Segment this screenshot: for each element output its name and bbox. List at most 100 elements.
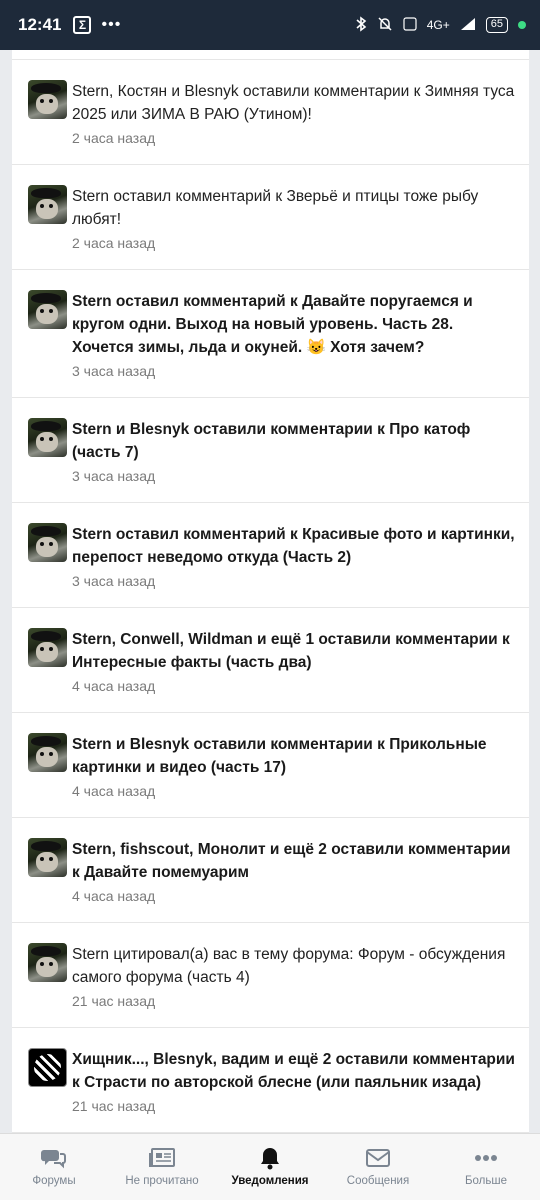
notification-text[interactable]: Stern оставил комментарий к Давайте пору…: [72, 290, 515, 359]
avatar-face: [36, 537, 58, 557]
avatar-eye: [40, 99, 44, 103]
avatar-eye: [49, 437, 53, 441]
unread-icon: [149, 1146, 175, 1170]
notification-time: 3 часа назад: [72, 573, 156, 589]
notification-item[interactable]: Хищник..., Blesnyk, вадим и ещё 2 остави…: [12, 1028, 529, 1133]
avatar-eye: [49, 204, 53, 208]
notification-item[interactable]: Stern, Костян и Blesnyk оставили коммент…: [12, 60, 529, 165]
notification-body: Stern оставил комментарий к Давайте пору…: [72, 290, 515, 397]
avatar-eye: [49, 309, 53, 313]
notification-body: Stern, Костян и Blesnyk оставили коммент…: [72, 80, 515, 164]
status-time: 12:41: [18, 15, 62, 34]
avatar-pattern: [34, 1054, 61, 1081]
volte-icon: [403, 16, 417, 35]
avatar-hat: [31, 736, 61, 746]
notification-time: 21 час назад: [72, 1098, 156, 1114]
notification-text[interactable]: Stern, Костян и Blesnyk оставили коммент…: [72, 80, 515, 126]
avatar-hat: [31, 841, 61, 851]
avatar-hat: [31, 421, 61, 431]
avatar-eye: [49, 542, 53, 546]
more-notifications-icon: •••: [101, 16, 122, 33]
avatar-eye: [40, 542, 44, 546]
avatar-face: [36, 747, 58, 767]
avatar-eye: [40, 962, 44, 966]
notification-time: 4 часа назад: [72, 888, 156, 904]
battery-indicator: 65: [485, 17, 508, 33]
nav-notifications-label: Уведомления: [231, 1175, 309, 1187]
avatar-face: [36, 852, 58, 872]
avatar-eye: [40, 647, 44, 651]
nav-unread-label: Не прочитано: [125, 1175, 199, 1187]
avatar-eye: [49, 99, 53, 103]
nav-unread[interactable]: Не прочитано: [108, 1134, 216, 1200]
avatar-face: [36, 304, 58, 324]
notification-text[interactable]: Stern цитировал(а) вас в тему форума: Фо…: [72, 943, 515, 989]
avatar-face: [36, 94, 58, 114]
network-type: 4G+: [426, 18, 450, 32]
user-avatar: [28, 838, 67, 877]
avatar-eye: [40, 857, 44, 861]
notification-item[interactable]: Stern, Conwell, Wildman и ещё 1 оставили…: [12, 608, 529, 713]
notification-time: 2 часа назад: [72, 235, 156, 251]
user-avatar: [28, 733, 67, 772]
list-top-divider: [12, 50, 529, 60]
notification-body: Хищник..., Blesnyk, вадим и ещё 2 остави…: [72, 1048, 515, 1132]
avatar-eye: [49, 752, 53, 756]
avatar-hat: [31, 946, 61, 956]
nav-messages[interactable]: Сообщения: [324, 1134, 432, 1200]
user-avatar: [28, 628, 67, 667]
notification-item[interactable]: Stern и Blesnyk оставили комментарии к П…: [12, 398, 529, 503]
notification-item[interactable]: Stern, fishscout, Монолит и ещё 2 остави…: [12, 818, 529, 923]
user-avatar: [28, 523, 67, 562]
user-avatar: [28, 418, 67, 457]
avatar-hat: [31, 631, 61, 641]
notification-item[interactable]: Stern и Blesnyk оставили комментарии к П…: [12, 713, 529, 818]
privacy-dot-icon: [518, 21, 526, 29]
notification-time: 4 часа назад: [72, 783, 156, 799]
notification-text[interactable]: Stern, Conwell, Wildman и ещё 1 оставили…: [72, 628, 515, 674]
notification-body: Stern и Blesnyk оставили комментарии к П…: [72, 418, 515, 502]
nav-forums[interactable]: Форумы: [0, 1134, 108, 1200]
notifications-list: Stern, Костян и Blesnyk оставили коммент…: [12, 50, 529, 1133]
avatar-eye: [49, 857, 53, 861]
avatar-hat: [31, 526, 61, 536]
user-avatar: [28, 1048, 67, 1087]
user-avatar: [28, 943, 67, 982]
notification-text[interactable]: Stern и Blesnyk оставили комментарии к П…: [72, 733, 515, 779]
mute-icon: [377, 16, 393, 35]
avatar-hat: [31, 188, 61, 198]
notification-text[interactable]: Stern, fishscout, Монолит и ещё 2 остави…: [72, 838, 515, 884]
user-avatar: [28, 80, 67, 119]
status-bar: 12:41 Σ ••• 4G+ 65: [0, 0, 540, 50]
notification-text[interactable]: Stern оставил комментарий к Зверьё и пти…: [72, 185, 515, 231]
avatar-eye: [40, 752, 44, 756]
notification-item[interactable]: Stern оставил комментарий к Давайте пору…: [12, 270, 529, 398]
notification-body: Stern, fishscout, Монолит и ещё 2 остави…: [72, 838, 515, 922]
notification-item[interactable]: Stern оставил комментарий к Красивые фот…: [12, 503, 529, 608]
notification-text[interactable]: Stern и Blesnyk оставили комментарии к П…: [72, 418, 515, 464]
nav-more[interactable]: Больше: [432, 1134, 540, 1200]
notification-time: 21 час назад: [72, 993, 156, 1009]
envelope-icon: [365, 1146, 391, 1170]
notification-time: 3 часа назад: [72, 468, 156, 484]
more-icon: [474, 1146, 498, 1170]
bottom-navigation: Форумы Не прочитано Уведомления Сообщени…: [0, 1133, 540, 1200]
app-notification-icon: Σ: [73, 16, 92, 34]
notification-item[interactable]: Stern оставил комментарий к Зверьё и пти…: [12, 165, 529, 270]
notification-body: Stern и Blesnyk оставили комментарии к П…: [72, 733, 515, 817]
avatar-face: [36, 957, 58, 977]
user-avatar: [28, 290, 67, 329]
avatar-face: [36, 199, 58, 219]
notification-text[interactable]: Хищник..., Blesnyk, вадим и ещё 2 остави…: [72, 1048, 515, 1094]
avatar-hat: [31, 83, 61, 93]
avatar-face: [36, 642, 58, 662]
notification-item[interactable]: Stern цитировал(а) вас в тему форума: Фо…: [12, 923, 529, 1028]
signal-icon: [460, 17, 476, 34]
nav-more-label: Больше: [464, 1175, 507, 1187]
notification-body: Stern оставил комментарий к Зверьё и пти…: [72, 185, 515, 269]
nav-notifications[interactable]: Уведомления: [216, 1134, 324, 1200]
avatar-eye: [49, 962, 53, 966]
notification-text[interactable]: Stern оставил комментарий к Красивые фот…: [72, 523, 515, 569]
nav-messages-label: Сообщения: [346, 1175, 410, 1187]
avatar-eye: [40, 437, 44, 441]
